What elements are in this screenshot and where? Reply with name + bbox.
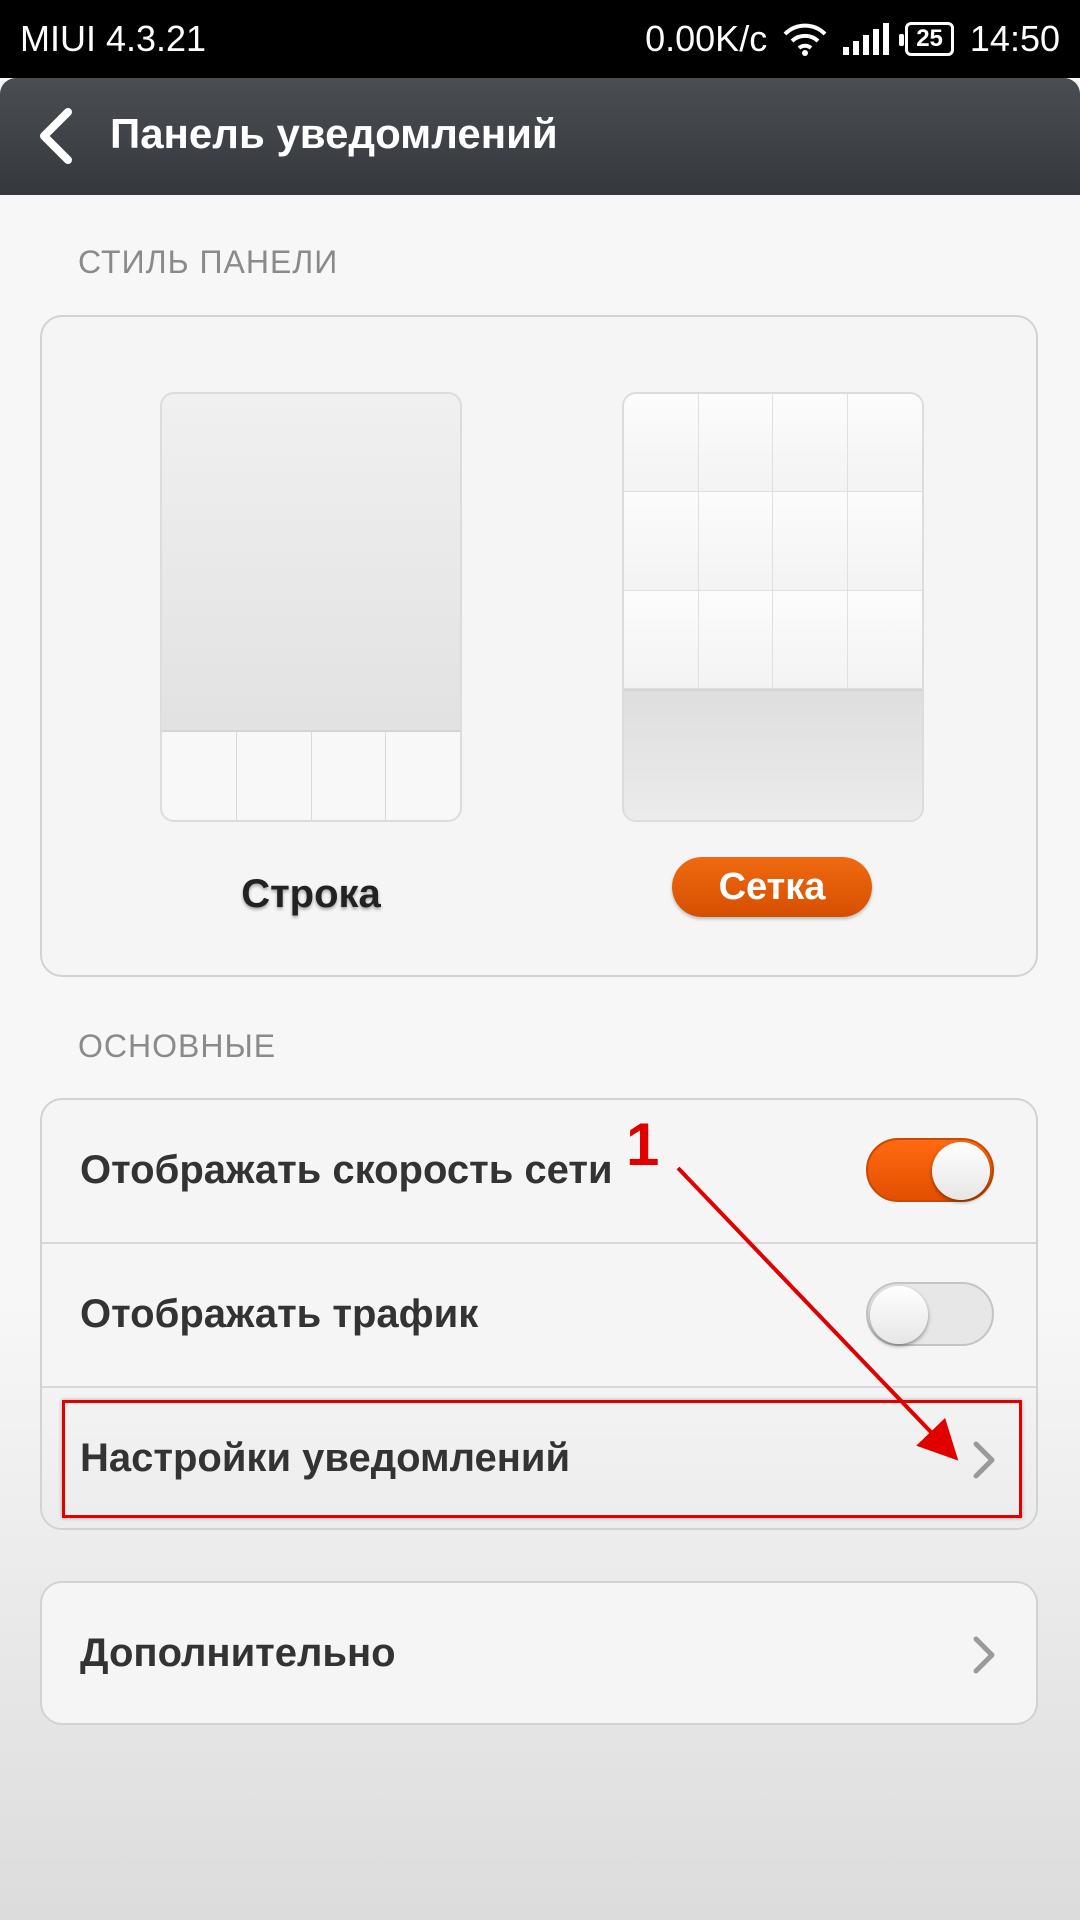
show-speed-toggle[interactable]: [866, 1138, 994, 1202]
setting-row-show-speed[interactable]: Отображать скорость сети: [42, 1100, 1036, 1244]
battery-icon: 25: [899, 22, 954, 56]
os-version: MIUI 4.3.21: [20, 18, 207, 59]
grid-style-preview[interactable]: [622, 392, 924, 822]
status-bar: MIUI 4.3.21 0.00K/c 25 14:50: [0, 0, 1080, 78]
grid-preview-cells: [624, 394, 922, 691]
show-traffic-label: Отображать трафик: [80, 1292, 479, 1336]
show-speed-label: Отображать скорость сети: [80, 1148, 613, 1192]
setting-row-additional[interactable]: Дополнительно: [42, 1583, 1036, 1723]
show-traffic-toggle[interactable]: [866, 1282, 994, 1346]
row-preview-area: [162, 394, 460, 732]
back-arrow-icon[interactable]: [34, 106, 82, 166]
additional-label: Дополнительно: [80, 1631, 396, 1675]
additional-settings-group: Дополнительно: [40, 1581, 1038, 1725]
annotation-highlight-box: [62, 1400, 1022, 1518]
setting-row-show-traffic[interactable]: Отображать трафик: [42, 1244, 1036, 1388]
section-label-main: ОСНОВНЫЕ: [78, 1028, 277, 1064]
wifi-icon: [783, 23, 827, 56]
row-style-label[interactable]: Строка: [160, 872, 462, 917]
status-indicators: 0.00K/c 25 14:50: [645, 18, 1060, 60]
page-title: Панель уведомлений: [110, 110, 558, 157]
clock: 14:50: [969, 18, 1060, 59]
annotation-number: 1: [626, 1111, 660, 1178]
grid-preview-area: [624, 691, 922, 820]
toggle-knob: [932, 1142, 990, 1200]
signal-icon: [843, 23, 890, 55]
section-label-panel-style: СТИЛЬ ПАНЕЛИ: [78, 244, 339, 280]
row-preview-cells: [162, 732, 460, 820]
title-bar: Панель уведомлений: [0, 78, 1080, 195]
panel-style-card: Строка Сетка: [40, 315, 1038, 977]
grid-style-selected-button[interactable]: Сетка: [672, 857, 872, 917]
toggle-knob: [870, 1286, 928, 1344]
row-style-preview[interactable]: [160, 392, 462, 822]
chevron-right-icon: [973, 1636, 995, 1674]
network-speed: 0.00K/c: [645, 18, 768, 59]
